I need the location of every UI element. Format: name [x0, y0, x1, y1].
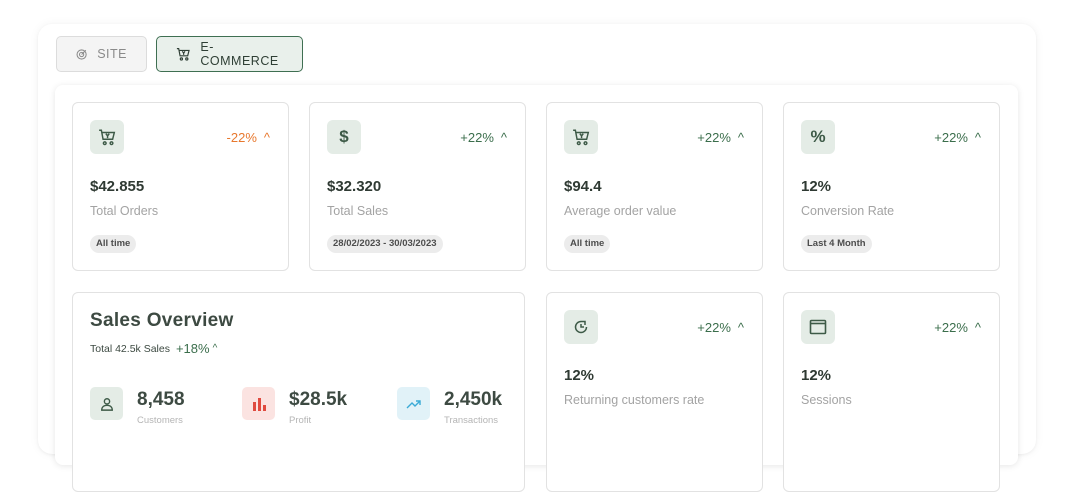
metric-label: Transactions [444, 415, 499, 426]
stat-delta: +22% ^ [934, 130, 981, 145]
stat-label: Conversion Rate [801, 204, 895, 218]
delta-value: +22% [697, 320, 731, 335]
stat-value: 12% [801, 367, 832, 384]
sales-overview-subtitle: Total 42.5k Sales +18% ^ [90, 341, 217, 356]
stat-card-total-orders: -22% ^ $42.855 Total Orders All time [72, 102, 289, 271]
cart-icon [176, 48, 190, 61]
chevron-up-icon: ^ [263, 130, 270, 145]
trending-up-icon [397, 387, 430, 420]
window-icon [801, 310, 835, 344]
stat-badge: All time [564, 235, 611, 253]
sales-overview-title: Sales Overview [90, 310, 234, 331]
stat-value: 12% [801, 178, 832, 195]
stat-delta: +22% ^ [697, 320, 744, 335]
stat-card-avg-order: +22% ^ $94.4 Average order value All time [546, 102, 763, 271]
stat-value: $32.320 [327, 178, 382, 195]
sales-change: +18% [175, 341, 210, 356]
user-icon [90, 387, 123, 420]
stat-card-total-sales: $ +22% ^ $32.320 Total Sales 28/02/2023 -… [309, 102, 526, 271]
dollar-icon: $ [327, 120, 361, 154]
ecommerce-panel: -22% ^ $42.855 Total Orders All time $ +2… [55, 85, 1018, 492]
stat-delta: +22% ^ [460, 130, 507, 145]
delta-value: +22% [460, 130, 494, 145]
metric-customers: 8,458 Customers [90, 387, 185, 426]
metric-profit: $28.5k Profit [242, 387, 347, 426]
tab-site-label: SITE [97, 47, 127, 61]
stat-label: Total Sales [327, 204, 389, 218]
stat-label: Total Orders [90, 204, 159, 218]
tab-ecommerce-label: E-COMMERCE [200, 40, 279, 68]
stat-value: 12% [564, 367, 595, 384]
tab-ecommerce[interactable]: E-COMMERCE [156, 36, 303, 72]
stat-badge: 28/02/2023 - 30/03/2023 [327, 235, 443, 253]
sales-overview-card: Sales Overview Total 42.5k Sales +18% ^ … [72, 292, 525, 492]
chevron-up-icon: ^ [974, 130, 981, 145]
stat-label: Average order value [564, 204, 677, 218]
refresh-icon [564, 310, 598, 344]
stat-value: $94.4 [564, 178, 602, 195]
percent-icon: % [801, 120, 835, 154]
metric-label: Profit [289, 415, 312, 426]
delta-value: +22% [934, 320, 968, 335]
dashboard-container: SITE E-COMMERCE -22% ^ $42.855 Total Orde… [38, 24, 1036, 492]
stat-badge: Last 4 Month [801, 235, 872, 253]
stat-card-returning: +22% ^ 12% Returning customers rate [546, 292, 763, 492]
delta-value: +22% [934, 130, 968, 145]
cart-icon [564, 120, 598, 154]
bar-chart-icon [242, 387, 275, 420]
target-icon [76, 48, 87, 60]
tab-site[interactable]: SITE [56, 36, 147, 72]
cart-icon [90, 120, 124, 154]
stat-value: $42.855 [90, 178, 145, 195]
chevron-up-icon: ^ [737, 130, 744, 145]
stat-badge: All time [90, 235, 137, 253]
delta-value: -22% [226, 130, 257, 145]
tab-bar: SITE E-COMMERCE [56, 36, 303, 72]
metric-transactions: 2,450k Transactions [397, 387, 502, 426]
stat-delta: +22% ^ [697, 130, 744, 145]
chevron-up-icon: ^ [974, 320, 981, 335]
chevron-up-icon: ^ [500, 130, 507, 145]
stat-label: Returning customers rate [564, 393, 705, 407]
stat-delta: -22% ^ [227, 130, 270, 145]
chevron-up-icon: ^ [212, 343, 218, 354]
stat-label: Sessions [801, 393, 852, 407]
stat-card-sessions: +22% ^ 12% Sessions [783, 292, 1000, 492]
sales-total: Total 42.5k Sales [90, 342, 170, 355]
stat-card-conversion: % +22% ^ 12% Conversion Rate Last 4 Month [783, 102, 1000, 271]
stat-delta: +22% ^ [934, 320, 981, 335]
chevron-up-icon: ^ [737, 320, 744, 335]
delta-value: +22% [697, 130, 731, 145]
metric-label: Customers [137, 415, 183, 426]
